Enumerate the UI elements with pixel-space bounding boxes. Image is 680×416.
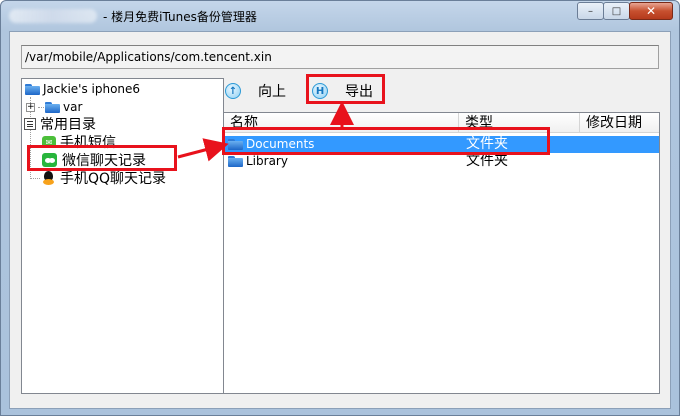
folder-icon <box>25 83 40 95</box>
tree-item-root-label: Jackie's iphone6 <box>43 82 141 96</box>
tree-item-common-dirs-label: 常用目录 <box>40 117 96 133</box>
tree-item-root[interactable]: Jackie's iphone6 <box>25 81 140 97</box>
qq-icon <box>42 170 55 186</box>
tree-item-var-label: var <box>63 100 83 114</box>
expand-icon[interactable]: + <box>26 102 35 112</box>
column-header-date[interactable]: 修改日期 <box>580 113 659 133</box>
tree-guide-line <box>30 178 40 179</box>
tree-item-var[interactable]: + var <box>26 99 82 115</box>
up-button[interactable]: ↑ 向上 <box>225 81 286 101</box>
highlight-wechat-item <box>27 145 177 171</box>
list-row-library[interactable]: Library 文件夹 <box>224 153 659 170</box>
title-bar[interactable]: - 楼月免费iTunes备份管理器 – □ ✕ <box>1 1 679 31</box>
up-button-label: 向上 <box>258 84 286 100</box>
highlight-export-button <box>306 74 385 104</box>
window-controls: – □ ✕ <box>577 2 673 20</box>
directory-tree[interactable]: Jackie's iphone6 + var 常用目录 ✉ 手机短信 微信聊天记… <box>21 78 224 394</box>
path-field[interactable]: /var/mobile/Applications/com.tencent.xin <box>21 45 659 69</box>
tree-item-qq-label: 手机QQ聊天记录 <box>60 171 167 187</box>
window-title: - 楼月免费iTunes备份管理器 <box>103 9 257 24</box>
file-name-cell: Library <box>228 153 288 170</box>
list-icon <box>24 118 36 130</box>
tree-guide-line <box>38 106 44 108</box>
app-window: - 楼月免费iTunes备份管理器 – □ ✕ /var/mobile/Appl… <box>0 0 680 416</box>
highlight-documents-row <box>222 127 550 155</box>
maximize-button[interactable]: □ <box>603 2 630 20</box>
title-blurred-text <box>9 9 97 23</box>
close-button[interactable]: ✕ <box>629 2 673 20</box>
arrow-up-icon: ↑ <box>225 83 241 99</box>
minimize-button[interactable]: – <box>577 2 604 20</box>
file-name: Library <box>246 154 288 168</box>
tree-item-qq[interactable]: 手机QQ聊天记录 <box>42 170 167 187</box>
folder-icon <box>45 101 60 113</box>
file-type: 文件夹 <box>466 153 508 169</box>
folder-icon <box>228 156 243 167</box>
tree-item-common-dirs[interactable]: 常用目录 <box>24 116 96 133</box>
